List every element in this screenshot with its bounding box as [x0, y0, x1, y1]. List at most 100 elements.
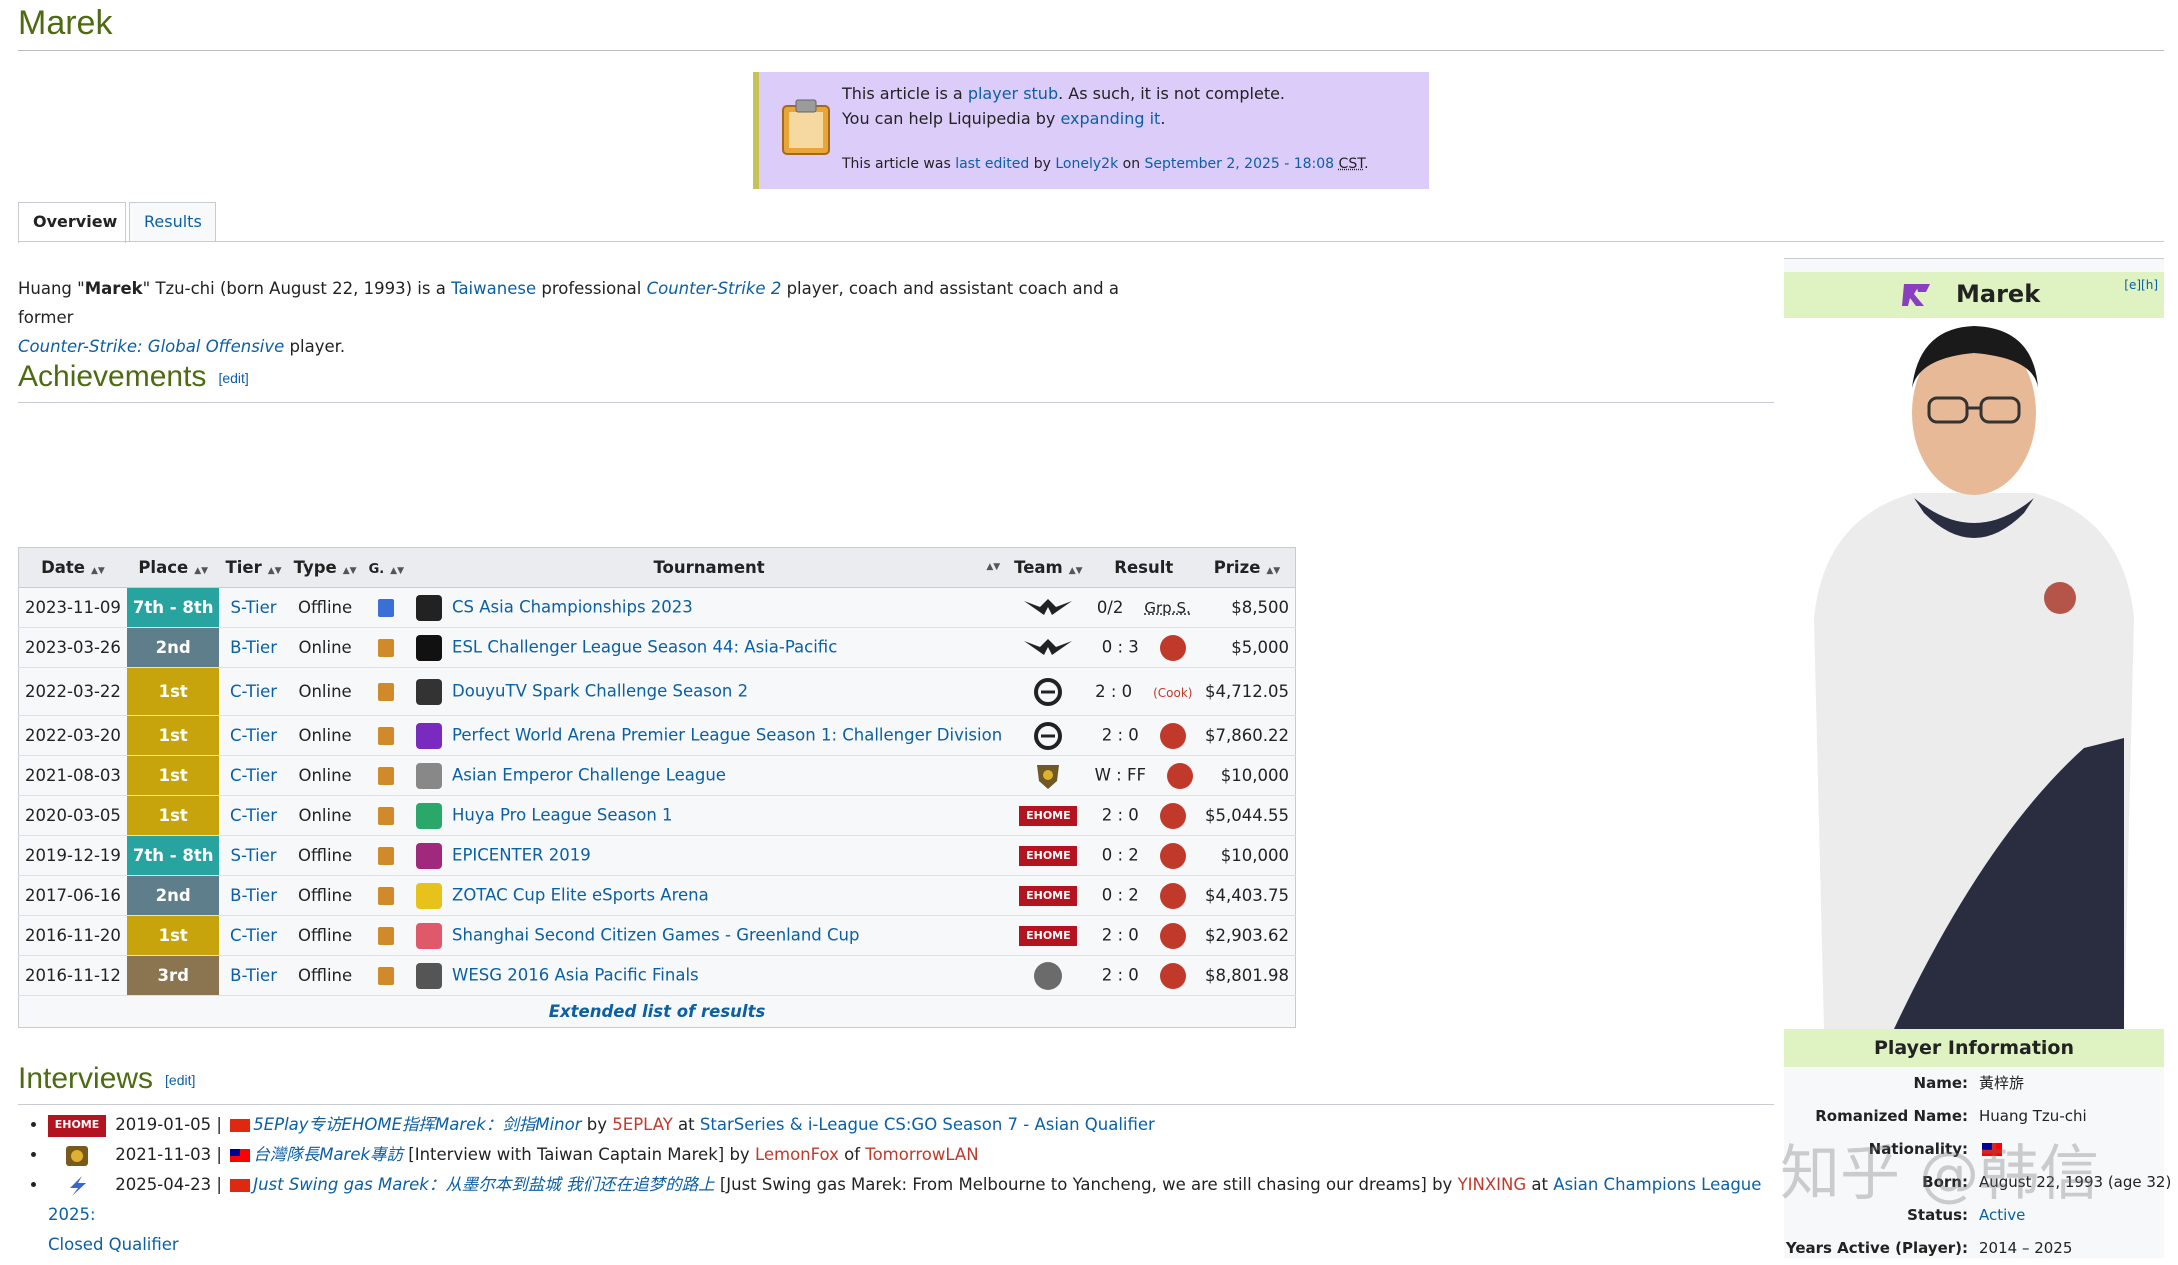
- cell-date: 2020-03-05: [18, 795, 127, 836]
- vp-team-logo[interactable]: [1034, 961, 1063, 990]
- tournament-logo-icon[interactable]: [416, 802, 443, 829]
- opponent-logo[interactable]: [1159, 802, 1186, 829]
- interviews-edit-link[interactable]: [edit]: [165, 1072, 195, 1088]
- tournament-logo-icon[interactable]: [416, 678, 443, 705]
- tournament-link[interactable]: Perfect World Arena Premier League Seaso…: [452, 725, 1002, 744]
- opponent-logo[interactable]: [1159, 922, 1186, 949]
- cell-tier-link[interactable]: C-Tier: [230, 806, 277, 825]
- cell-type: Online: [287, 755, 363, 796]
- infobox-row-name: Name: 黃梓旂: [1913, 1074, 2025, 1092]
- cell-tier-link[interactable]: B-Tier: [230, 966, 277, 985]
- tournament-link[interactable]: Huya Pro League Season 1: [452, 805, 673, 824]
- cell-tier-link[interactable]: B-Tier: [230, 886, 277, 905]
- separator: |: [216, 1175, 222, 1194]
- cell-date: 2017-06-16: [18, 875, 127, 916]
- cell-tier-link[interactable]: C-Tier: [230, 726, 277, 745]
- interview-event-link[interactable]: TomorrowLAN: [865, 1145, 978, 1164]
- opponent-logo[interactable]: [1159, 634, 1186, 661]
- opponent-logo[interactable]: [1159, 882, 1186, 909]
- tournament-logo-icon[interactable]: [416, 594, 443, 621]
- cs2-link[interactable]: Counter-Strike 2: [647, 279, 782, 298]
- extended-results-link[interactable]: Extended list of results: [549, 1002, 766, 1021]
- cell-tier-link[interactable]: B-Tier: [230, 638, 277, 657]
- cell-type: Offline: [287, 955, 363, 996]
- expanding-link[interactable]: expanding it: [1060, 109, 1160, 128]
- tournament-link[interactable]: Asian Emperor Challenge League: [452, 765, 726, 784]
- tournament-link[interactable]: WESG 2016 Asia Pacific Finals: [452, 965, 699, 984]
- last-edited-link[interactable]: last edited: [955, 156, 1029, 172]
- interview-title-link[interactable]: Just Swing gas Marek：从墨尔本到盐城 我们还在追梦的路上: [253, 1175, 714, 1194]
- col-date[interactable]: Date ▲▼: [18, 547, 127, 588]
- extended-results-row: Extended list of results: [19, 996, 1296, 1028]
- cell-tier-link[interactable]: C-Tier: [230, 926, 277, 945]
- timezone-abbr: CST: [1338, 156, 1365, 172]
- tournament-link[interactable]: CS Asia Championships 2023: [452, 597, 693, 616]
- interview-event-link-cont[interactable]: Closed Qualifier: [48, 1235, 179, 1254]
- col-prize[interactable]: Prize ▲▼: [1198, 547, 1296, 588]
- interview-author-link[interactable]: YINXING: [1458, 1175, 1527, 1194]
- col-type[interactable]: Type ▲▼: [287, 547, 363, 588]
- col-place[interactable]: Place ▲▼: [126, 547, 220, 588]
- interview-item: EHOME 2019-01-05 | 5EPlay专访EHOME指挥Marek：…: [48, 1110, 1790, 1140]
- opponent-logo[interactable]: [1159, 722, 1186, 749]
- dragon-team-logo[interactable]: [1033, 721, 1063, 751]
- col-tier[interactable]: Tier ▲▼: [219, 547, 288, 588]
- ehome-logo[interactable]: EHOME: [1019, 805, 1078, 826]
- cell-place: 2nd: [126, 875, 220, 916]
- tab-overview[interactable]: Overview: [18, 202, 126, 243]
- tournament-logo-icon[interactable]: [416, 634, 443, 661]
- infobox-edit-links[interactable]: [e][h]: [2124, 278, 2158, 292]
- game-icon: [378, 967, 395, 986]
- tournament-link[interactable]: ZOTAC Cup Elite eSports Arena: [452, 885, 709, 904]
- interview-at: at: [1531, 1175, 1549, 1194]
- tournament-logo-icon[interactable]: [416, 962, 443, 989]
- tournament-link[interactable]: EPICENTER 2019: [452, 845, 591, 864]
- intro-text: professional: [536, 279, 647, 298]
- player-stub-link[interactable]: player stub: [968, 84, 1058, 103]
- cell-type: Online: [287, 627, 363, 668]
- col-tournament[interactable]: Tournament ▲▼: [410, 547, 1009, 588]
- taiwanese-link[interactable]: Taiwanese: [451, 279, 536, 298]
- opponent-logo[interactable]: [1166, 762, 1193, 789]
- opponent-logo[interactable]: [1159, 962, 1186, 989]
- tournament-logo-icon[interactable]: [416, 762, 443, 789]
- csgo-link[interactable]: Counter-Strike: Global Offensive: [18, 337, 284, 356]
- interview-event-link[interactable]: StarSeries & i-League CS:GO Season 7 - A…: [700, 1115, 1155, 1134]
- wings-team-logo[interactable]: [1022, 637, 1074, 659]
- cell-tier-link[interactable]: C-Tier: [230, 682, 277, 701]
- match-score: 2 : 0: [1101, 925, 1139, 944]
- ehome-logo[interactable]: EHOME: [1019, 845, 1078, 866]
- dragon-team-logo[interactable]: [1033, 677, 1063, 707]
- achievements-edit-link[interactable]: [edit]: [218, 370, 248, 386]
- cell-tier-link[interactable]: C-Tier: [230, 766, 277, 785]
- tournament-logo-icon[interactable]: [416, 842, 443, 869]
- tournament-link[interactable]: ESL Challenger League Season 44: Asia-Pa…: [452, 637, 837, 656]
- tournament-logo-icon[interactable]: [416, 882, 443, 909]
- interview-author-link[interactable]: LemonFox: [755, 1145, 839, 1164]
- interview-title-link[interactable]: 5EPlay专访EHOME指挥Marek：剑指Minor: [253, 1115, 581, 1134]
- wings-team-logo[interactable]: [1022, 597, 1074, 619]
- cell-date: 2016-11-12: [18, 955, 127, 996]
- edit-date-link[interactable]: September 2, 2025 - 18:08: [1145, 156, 1335, 172]
- tab-results[interactable]: Results: [129, 202, 216, 242]
- col-team[interactable]: Team ▲▼: [1008, 547, 1089, 588]
- ehome-logo[interactable]: EHOME: [1019, 925, 1078, 946]
- intro-text: " Tzu-chi (born August 22, 1993) is a: [142, 279, 452, 298]
- interview-author-link[interactable]: 5EPLAY: [612, 1115, 673, 1134]
- tournament-logo-icon[interactable]: [416, 922, 443, 949]
- tournament-link[interactable]: Shanghai Second Citizen Games - Greenlan…: [452, 925, 859, 944]
- tournament-logo-icon[interactable]: [416, 722, 443, 749]
- interview-at: of: [844, 1145, 861, 1164]
- game-icon: [378, 727, 395, 746]
- col-game[interactable]: G. ▲▼: [362, 547, 411, 588]
- cell-tier-link[interactable]: S-Tier: [231, 598, 277, 617]
- opponent-label: (Cook): [1153, 686, 1193, 700]
- crest-team-logo[interactable]: [1033, 761, 1063, 791]
- opponent-logo[interactable]: [1159, 842, 1186, 869]
- ehome-logo[interactable]: EHOME: [1019, 885, 1078, 906]
- interviews-heading: Interviews [edit]: [18, 1062, 195, 1096]
- editor-link[interactable]: Lonely2k: [1055, 156, 1118, 172]
- cell-tier-link[interactable]: S-Tier: [231, 846, 277, 865]
- interview-title-link[interactable]: 台灣隊長Marek專訪: [253, 1145, 403, 1164]
- tournament-link[interactable]: DouyuTV Spark Challenge Season 2: [452, 681, 748, 700]
